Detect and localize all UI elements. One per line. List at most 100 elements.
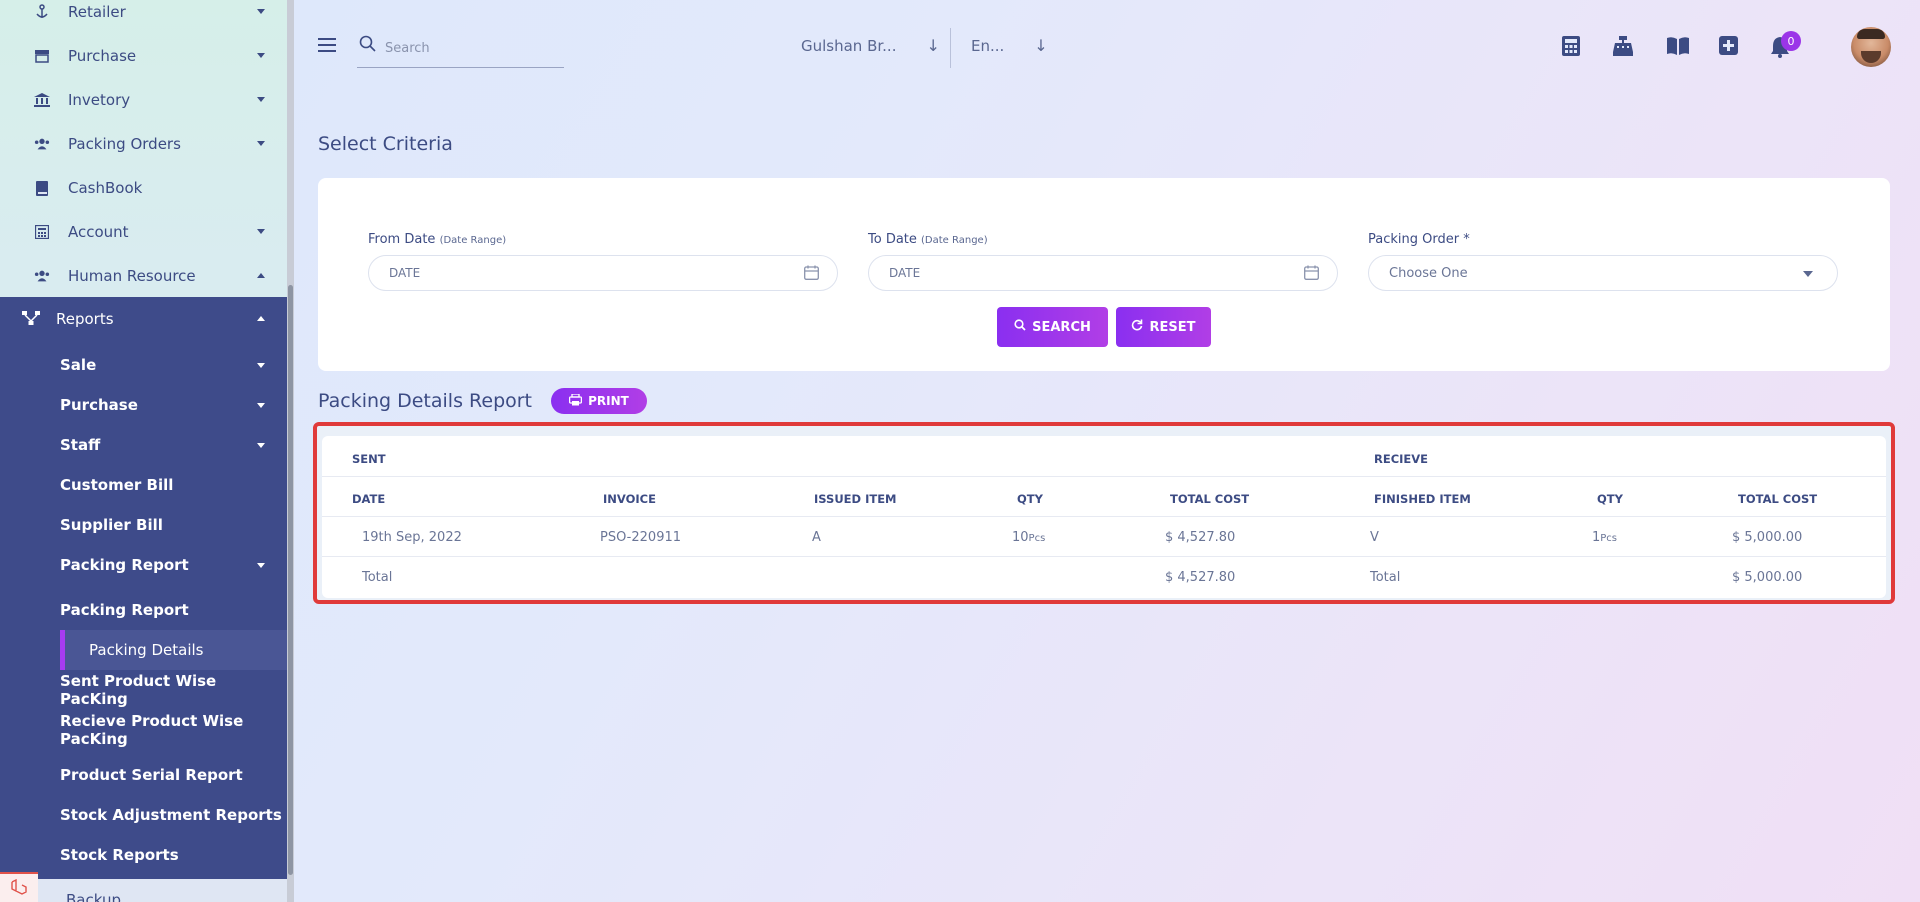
sidebar-subitem-recieve-product-wise[interactable]: Recieve Product Wise PacKing bbox=[0, 710, 287, 750]
sidebar-item-label: Retailer bbox=[68, 3, 126, 21]
book-icon bbox=[34, 180, 50, 196]
table-total-row: Total $ 4,527.80 Total $ 5,000.00 bbox=[322, 557, 1886, 597]
sidebar-subitem-label: Staff bbox=[60, 436, 101, 454]
sidebar-item-label: Reports bbox=[56, 310, 114, 328]
chevron-down-icon bbox=[257, 363, 265, 368]
sidebar-subitem-stock-reports[interactable]: Stock Reports bbox=[0, 835, 287, 875]
sidebar-item-reports[interactable]: Reports bbox=[0, 297, 287, 341]
qty-value: 10 bbox=[1012, 530, 1029, 545]
branch-select-value: Gulshan Br... bbox=[801, 36, 897, 55]
scrollbar-thumb[interactable] bbox=[288, 285, 293, 875]
sidebar-subitem-label: Stock Adjustment Reports bbox=[60, 806, 282, 824]
branch-select[interactable]: Gulshan Br... ↓ bbox=[801, 36, 940, 55]
col-finished-qty: QTY bbox=[1597, 492, 1623, 506]
cell-total-cost: $ 4,527.80 bbox=[1165, 530, 1236, 545]
laravel-logo-icon[interactable] bbox=[0, 872, 38, 902]
total-sent-cost: $ 4,527.80 bbox=[1165, 570, 1236, 585]
cell-finished-total-cost: $ 5,000.00 bbox=[1732, 530, 1803, 545]
menu-toggle-icon[interactable] bbox=[318, 38, 336, 52]
chevron-down-icon bbox=[257, 563, 265, 568]
search-button-label: SEARCH bbox=[1032, 319, 1091, 335]
sidebar-item-human-resource[interactable]: Human Resource bbox=[0, 254, 287, 298]
sidebar-subitem-label: Packing Report bbox=[60, 556, 189, 574]
print-button[interactable]: PRINT bbox=[551, 388, 647, 414]
topbar: Gulshan Br... ↓ En... ↓ 0 bbox=[294, 0, 1920, 92]
from-date-placeholder: DATE bbox=[389, 266, 421, 280]
to-date-input[interactable]: DATE bbox=[868, 255, 1338, 291]
sidebar-item-label: CashBook bbox=[68, 179, 143, 197]
total-recieve-label: Total bbox=[1370, 570, 1401, 585]
col-total-cost: TOTAL COST bbox=[1170, 492, 1250, 506]
retailer-icon bbox=[34, 4, 50, 20]
criteria-card: From Date (Date Range) DATE To Date (Dat… bbox=[318, 178, 1890, 371]
col-date: DATE bbox=[352, 492, 386, 506]
calculator-icon[interactable] bbox=[1562, 36, 1584, 58]
calendar-icon[interactable] bbox=[1304, 265, 1319, 283]
cell-date: 19th Sep, 2022 bbox=[362, 530, 462, 545]
sidebar-subitem-sale[interactable]: Sale bbox=[0, 345, 287, 385]
table-header-row: DATE INVOICE ISSUED ITEM QTY TOTAL COST … bbox=[322, 477, 1886, 517]
sidebar-subitem-packing-report[interactable]: Packing Report bbox=[0, 590, 287, 630]
cell-finished-qty: 1Pcs bbox=[1592, 530, 1617, 545]
packing-order-value: Choose One bbox=[1389, 265, 1468, 281]
print-button-label: PRINT bbox=[588, 394, 629, 408]
sidebar-subitem-staff[interactable]: Staff bbox=[0, 425, 287, 465]
bank-icon bbox=[34, 92, 50, 108]
report-title: Packing Details Report bbox=[318, 390, 533, 412]
to-date-label-text: To Date bbox=[868, 232, 917, 247]
col-issued-item: ISSUED ITEM bbox=[814, 492, 897, 506]
sidebar-subitem-customer-bill[interactable]: Customer Bill bbox=[0, 465, 287, 505]
reports-menu: Reports Sale Purchase Staff Customer Bil… bbox=[0, 297, 294, 879]
group-recieve: RECIEVE bbox=[1374, 452, 1429, 466]
sidebar-subitem-label: Purchase bbox=[60, 396, 138, 414]
reset-button-label: RESET bbox=[1149, 319, 1196, 335]
language-select[interactable]: En... ↓ bbox=[971, 36, 1048, 55]
report-table: SENT RECIEVE DATE INVOICE ISSUED ITEM QT… bbox=[322, 436, 1886, 598]
sidebar-subitem-packing-details[interactable]: Packing Details bbox=[60, 630, 287, 670]
sidebar-item-packing-orders[interactable]: Packing Orders bbox=[0, 122, 287, 166]
search-button[interactable]: SEARCH bbox=[997, 307, 1108, 347]
search-icon bbox=[1014, 319, 1026, 335]
sidebar-subitem-label: Packing Details bbox=[89, 641, 204, 659]
sidebar-subitem-label: Product Serial Report bbox=[60, 766, 243, 784]
packing-order-select[interactable]: Choose One bbox=[1368, 255, 1838, 291]
cash-register-icon[interactable] bbox=[1612, 36, 1634, 58]
sidebar-scrollbar[interactable] bbox=[287, 0, 294, 902]
sidebar-subitem-label: Sent Product Wise PacKing bbox=[60, 672, 217, 708]
sidebar-item-account[interactable]: Account bbox=[0, 210, 287, 254]
sidebar-subitem-purchase[interactable]: Purchase bbox=[0, 385, 287, 425]
users-icon bbox=[34, 136, 50, 152]
user-avatar[interactable] bbox=[1851, 27, 1891, 67]
sidebar-item-purchase[interactable]: Purchase bbox=[0, 34, 287, 78]
sidebar-subitem-label: Customer Bill bbox=[60, 476, 174, 494]
sidebar-subitem-stock-adjustment-reports[interactable]: Stock Adjustment Reports bbox=[0, 795, 287, 835]
sidebar-item-backup[interactable]: Backup bbox=[0, 880, 287, 902]
sidebar-item-label: Account bbox=[68, 223, 129, 241]
sidebar-item-label: Human Resource bbox=[68, 267, 196, 285]
chevron-down-icon bbox=[257, 403, 265, 408]
reset-button[interactable]: RESET bbox=[1116, 307, 1211, 347]
plus-square-icon[interactable] bbox=[1719, 36, 1741, 58]
sidebar-subitem-sent-product-wise[interactable]: Sent Product Wise PacKing bbox=[0, 670, 287, 710]
sidebar-subitem-product-serial-report[interactable]: Product Serial Report bbox=[0, 755, 287, 795]
divider bbox=[950, 28, 951, 68]
sidebar-item-label: Packing Orders bbox=[68, 135, 181, 153]
chevron-down-icon bbox=[1803, 271, 1813, 277]
from-date-input[interactable]: DATE bbox=[368, 255, 838, 291]
calendar-icon[interactable] bbox=[804, 265, 819, 283]
sidebar-item-invetory[interactable]: Invetory bbox=[0, 78, 287, 122]
open-book-icon[interactable] bbox=[1666, 36, 1689, 58]
sidebar-subitem-supplier-bill[interactable]: Supplier Bill bbox=[0, 505, 287, 545]
search-input[interactable] bbox=[385, 36, 555, 60]
col-finished-item: FINISHED ITEM bbox=[1374, 492, 1471, 506]
sidebar-item-cashbook[interactable]: CashBook bbox=[0, 166, 287, 210]
sidebar-subitem-packing-report-group[interactable]: Packing Report bbox=[0, 545, 287, 585]
to-date-label: To Date (Date Range) bbox=[868, 232, 988, 247]
chevron-down-icon bbox=[257, 97, 265, 102]
store-icon bbox=[34, 48, 50, 64]
cell-invoice: PSO-220911 bbox=[600, 530, 682, 545]
chevron-down-icon bbox=[257, 229, 265, 234]
users-icon bbox=[34, 268, 50, 284]
chevron-down-icon bbox=[257, 141, 265, 146]
sidebar-item-retailer[interactable]: Retailer bbox=[0, 0, 287, 34]
